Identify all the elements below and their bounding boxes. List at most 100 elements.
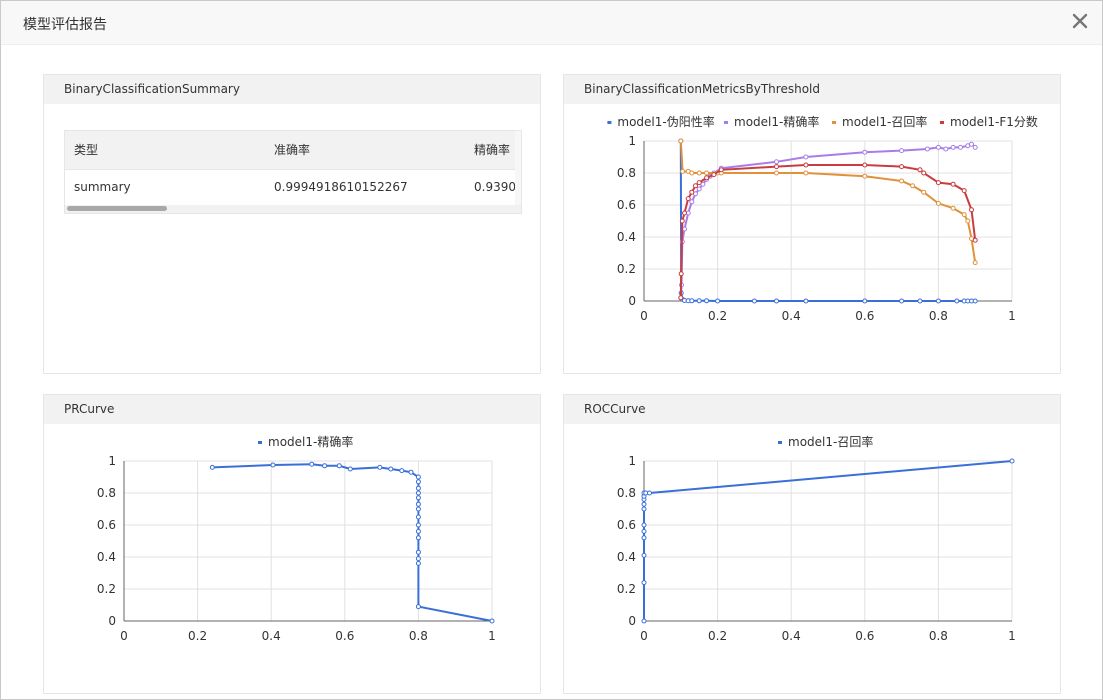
data-point[interactable] [209, 464, 215, 470]
data-point[interactable] [972, 237, 978, 243]
data-point[interactable] [961, 212, 967, 218]
data-point[interactable] [921, 170, 927, 176]
data-point[interactable] [415, 485, 421, 491]
data-point[interactable] [704, 298, 710, 304]
data-point[interactable] [489, 618, 495, 624]
data-point[interactable] [415, 560, 421, 566]
data-point[interactable] [415, 506, 421, 512]
data-point[interactable] [415, 604, 421, 610]
data-point[interactable] [803, 298, 809, 304]
scrollbar-thumb[interactable] [67, 206, 167, 211]
data-point[interactable] [685, 196, 691, 202]
data-point[interactable] [972, 144, 978, 150]
data-point[interactable] [1009, 458, 1015, 464]
data-point[interactable] [899, 164, 905, 170]
data-point[interactable] [347, 466, 353, 472]
data-point[interactable] [803, 154, 809, 160]
data-point[interactable] [862, 162, 868, 168]
table-row[interactable]: summary 0.9994918610152267 0.9390 [65, 169, 521, 205]
data-point[interactable] [682, 210, 687, 216]
data-point[interactable] [969, 141, 974, 147]
data-point[interactable] [917, 167, 923, 173]
data-point[interactable] [641, 535, 647, 541]
data-point[interactable] [954, 298, 960, 304]
data-point[interactable] [322, 463, 328, 469]
data-point[interactable] [965, 218, 971, 224]
data-point[interactable] [641, 522, 647, 528]
data-point[interactable] [862, 149, 868, 155]
data-point[interactable] [803, 170, 809, 176]
data-point[interactable] [680, 168, 686, 174]
data-point[interactable] [935, 144, 941, 150]
data-point[interactable] [415, 501, 421, 507]
data-point[interactable] [696, 298, 702, 304]
data-point[interactable] [641, 501, 647, 507]
horizontal-scrollbar[interactable] [65, 205, 521, 213]
data-point[interactable] [935, 298, 941, 304]
data-point[interactable] [415, 490, 421, 496]
data-point[interactable] [910, 183, 916, 189]
data-point[interactable] [696, 170, 702, 176]
data-point[interactable] [924, 146, 930, 152]
data-point[interactable] [415, 522, 421, 528]
data-point[interactable] [704, 170, 710, 176]
data-point[interactable] [950, 144, 956, 150]
data-point[interactable] [958, 144, 963, 150]
legend-item[interactable]: model1-精确率 [258, 434, 353, 449]
data-point[interactable] [678, 271, 684, 277]
data-point[interactable] [972, 298, 978, 304]
data-point[interactable] [388, 466, 394, 472]
data-point[interactable] [415, 474, 421, 480]
legend-item[interactable]: model1-召回率 [832, 114, 927, 129]
close-icon[interactable] [1070, 11, 1090, 31]
data-point[interactable] [689, 199, 695, 205]
data-point[interactable] [969, 207, 974, 213]
data-point[interactable] [715, 298, 721, 304]
data-point[interactable] [415, 535, 421, 541]
data-point[interactable] [641, 528, 647, 534]
data-point[interactable] [899, 298, 905, 304]
data-point[interactable] [689, 189, 695, 195]
data-point[interactable] [415, 479, 421, 485]
data-point[interactable] [641, 552, 647, 558]
data-point[interactable] [718, 167, 724, 173]
data-point[interactable] [309, 461, 315, 467]
data-point[interactable] [972, 260, 978, 266]
column-header-type[interactable]: 类型 [74, 131, 98, 169]
data-point[interactable] [415, 528, 421, 534]
data-point[interactable] [774, 164, 779, 170]
legend-item[interactable]: model1-伪阳性率 [607, 114, 715, 129]
data-point[interactable] [689, 170, 695, 176]
legend-item[interactable]: model1-F1分数 [940, 114, 1038, 129]
data-point[interactable] [647, 490, 652, 496]
data-point[interactable] [678, 138, 684, 144]
data-point[interactable] [641, 506, 647, 512]
data-point[interactable] [704, 175, 710, 181]
data-point[interactable] [862, 173, 868, 179]
data-point[interactable] [751, 298, 757, 304]
data-point[interactable] [415, 514, 421, 520]
data-point[interactable] [696, 180, 702, 186]
data-point[interactable] [641, 580, 647, 586]
data-point[interactable] [693, 183, 698, 189]
data-point[interactable] [803, 162, 809, 168]
data-point[interactable] [678, 295, 684, 301]
vertical-scrollbar[interactable] [515, 131, 521, 205]
legend-item[interactable]: model1-召回率 [778, 434, 873, 449]
data-point[interactable] [943, 146, 949, 152]
data-point[interactable] [774, 170, 779, 176]
data-point[interactable] [774, 159, 779, 165]
data-point[interactable] [696, 186, 702, 192]
data-point[interactable] [935, 180, 941, 186]
data-point[interactable] [711, 172, 717, 178]
data-point[interactable] [950, 181, 956, 187]
data-point[interactable] [774, 298, 779, 304]
legend-item[interactable]: model1-精确率 [724, 114, 819, 129]
data-point[interactable] [408, 469, 414, 475]
data-point[interactable] [935, 200, 941, 206]
data-point[interactable] [961, 188, 967, 194]
data-point[interactable] [679, 218, 685, 224]
column-header-accuracy[interactable]: 准确率 [274, 131, 310, 169]
data-point[interactable] [950, 205, 956, 211]
data-point[interactable] [899, 178, 905, 184]
